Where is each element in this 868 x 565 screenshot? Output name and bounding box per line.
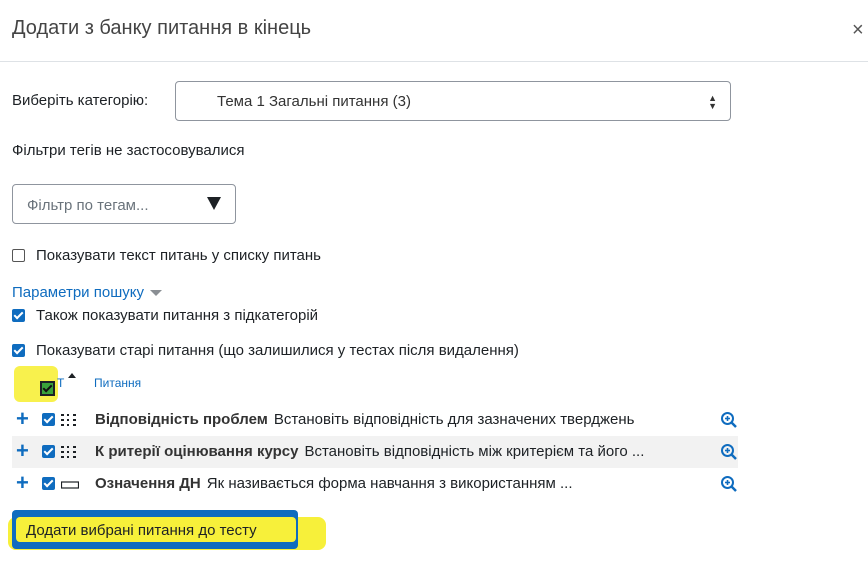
table-row: + Відповідність проблем Встановіть відпов… — [12, 404, 738, 436]
column-type-header[interactable]: Т — [57, 376, 64, 390]
matching-icon — [61, 414, 76, 426]
search-params-toggle[interactable]: Параметри пошуку — [12, 284, 162, 301]
sort-asc-icon — [68, 373, 76, 378]
dialog-header: Додати з банку питання в кінець × — [0, 0, 868, 62]
show-text-checkbox[interactable] — [12, 249, 25, 262]
subcategories-checkbox[interactable] — [12, 309, 25, 322]
show-text-option: Показувати текст питань у списку питань — [12, 247, 321, 264]
question-text: Означення ДН Як називається форма навчанн… — [95, 475, 573, 492]
question-text: Відповідність проблем Встановіть відповід… — [95, 411, 634, 428]
question-description: Встановіть відповідність для зазначених … — [273, 411, 635, 428]
question-name: Означення ДН — [95, 475, 201, 492]
question-description: Встановіть відповідність між критерієм т… — [304, 443, 645, 460]
question-name: К ритерії оцінювання курсу — [95, 443, 299, 460]
add-question-plus-icon[interactable]: + — [16, 408, 29, 430]
tag-filter-input[interactable]: Фільтр по тегам... — [12, 184, 236, 224]
old-questions-label: Показувати старі питання (що залишилися … — [36, 342, 519, 359]
caret-down-icon — [149, 290, 162, 297]
tag-filter-placeholder: Фільтр по тегам... — [27, 197, 149, 214]
add-selected-label: Додати вибрані питання до тесту — [26, 522, 257, 539]
tag-filter-note: Фільтри тегів не застосовувалися — [12, 142, 245, 159]
row-checkbox[interactable] — [42, 413, 55, 426]
select-arrows-icon: ▲ ▼ — [708, 93, 717, 111]
question-text: К ритерії оцінювання курсу Встановіть від… — [95, 443, 644, 460]
matching-icon — [61, 446, 76, 458]
dropdown-triangle-icon — [207, 197, 221, 210]
select-all-checkbox[interactable] — [40, 381, 55, 396]
subcategories-option: Також показувати питання з підкатегорій — [12, 307, 318, 324]
question-name: Відповідність проблем — [95, 411, 268, 428]
old-questions-option: Показувати старі питання (що залишилися … — [12, 342, 519, 359]
old-questions-checkbox[interactable] — [12, 344, 25, 357]
category-select-value: Тема 1 Загальні питання (3) — [217, 93, 411, 110]
add-selected-button[interactable]: Додати вибрані питання до тесту — [12, 510, 298, 549]
subcategories-label: Також показувати питання з підкатегорій — [36, 307, 319, 324]
short-answer-icon — [61, 481, 79, 489]
table-row: + Означення ДН Як називається форма навча… — [12, 468, 738, 500]
search-params-label: Параметри пошуку — [12, 284, 144, 301]
add-question-plus-icon[interactable]: + — [16, 440, 29, 462]
dialog-title: Додати з банку питання в кінець — [12, 17, 312, 39]
preview-zoom-icon[interactable] — [720, 475, 738, 493]
preview-zoom-icon[interactable] — [720, 411, 738, 429]
row-checkbox[interactable] — [42, 477, 55, 490]
table-row: + К ритерії оцінювання курсу Встановіть в… — [12, 436, 738, 468]
category-label: Виберіть категорію: — [12, 92, 149, 109]
column-question-header[interactable]: Питання — [94, 376, 141, 390]
close-icon[interactable]: × — [852, 20, 864, 40]
preview-zoom-icon[interactable] — [720, 443, 738, 461]
add-question-plus-icon[interactable]: + — [16, 472, 29, 494]
question-description: Як називається форма навчання з використ… — [206, 475, 573, 492]
row-checkbox[interactable] — [42, 445, 55, 458]
show-text-label: Показувати текст питань у списку питань — [36, 247, 321, 264]
category-select[interactable]: Тема 1 Загальні питання (3) ▲ ▼ — [175, 81, 731, 121]
